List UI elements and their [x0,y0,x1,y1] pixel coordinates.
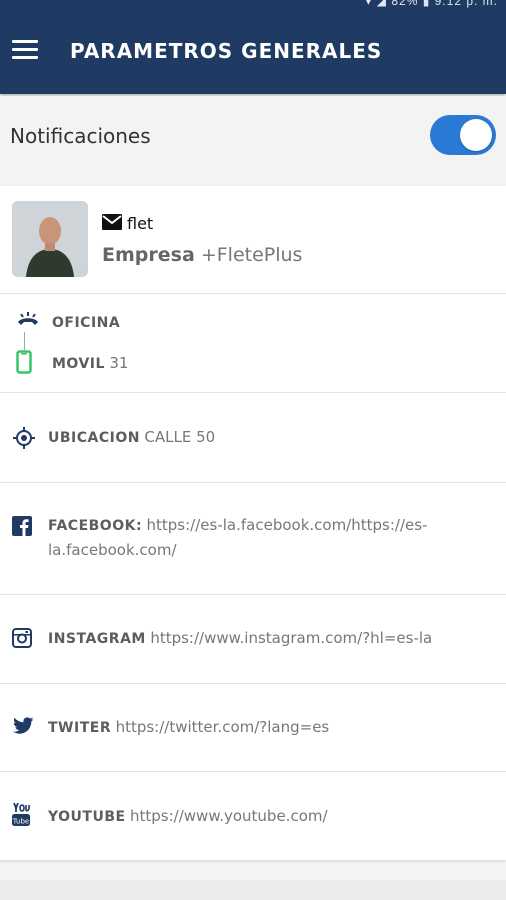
youtube-row[interactable]: YOUTUBE https://www.youtube.com/ [48,804,328,829]
divider [0,293,506,294]
svg-text:Tube: Tube [12,818,29,826]
oficina-row[interactable]: OFICINA [52,310,120,335]
hamburger-icon[interactable] [12,40,38,62]
instagram-value: https://www.instagram.com/?hl=es-la [150,629,433,647]
twitter-label: TWITER [48,720,112,736]
instagram-label: INSTAGRAM [48,631,146,647]
notifications-label: Notificaciones [10,124,151,148]
movil-label: MOVIL [52,356,105,372]
profile-email: flet [127,214,154,233]
ubicacion-label: UBICACION [48,430,140,446]
instagram-row[interactable]: INSTAGRAM https://www.instagram.com/?hl=… [48,626,432,651]
mobile-phone-icon [16,350,32,374]
toggle-knob [460,119,492,151]
movil-row[interactable]: MOVIL 31 [52,351,128,376]
youtube-icon: Tube [12,803,30,826]
notifications-toggle[interactable] [430,115,496,155]
location-crosshair-icon [13,427,35,449]
ubicacion-value: CALLE 50 [144,428,216,446]
divider [0,482,506,483]
profile-card: flet Empresa +FletePlus OFICINA MOVIL 31… [0,186,506,860]
divider [0,392,506,393]
status-bar: ▾ ◢ 82% ▮ 9:12 p. m. [0,0,506,10]
divider [0,594,506,595]
person-icon [12,201,88,277]
youtube-value: https://www.youtube.com/ [130,807,328,825]
twitter-value: https://twitter.com/?lang=es [115,718,330,736]
company-label: Empresa [102,244,195,266]
facebook-icon [12,516,32,536]
facebook-row[interactable]: FACEBOOK: https://es-la.facebook.com/htt… [48,513,488,563]
avatar [12,201,88,277]
connector-line [24,332,25,350]
facebook-label: FACEBOOK: [48,518,143,534]
email-icon [102,214,122,230]
facebook-value-continued: la.facebook.com/ [48,541,177,559]
app-bar: PARAMETROS GENERALES [0,10,506,94]
profile-company: Empresa +FletePlus [102,244,302,266]
divider [0,771,506,772]
twitter-row[interactable]: TWITER https://twitter.com/?lang=es [48,715,329,740]
page-title: PARAMETROS GENERALES [70,39,383,63]
phone-ringing-icon [18,312,38,325]
instagram-icon [12,628,32,648]
company-value: +FletePlus [200,244,303,266]
ubicacion-row[interactable]: UBICACION CALLE 50 [48,425,215,450]
status-text: ▾ ◢ 82% ▮ 9:12 p. m. [365,0,498,8]
notifications-row: Notificaciones [0,96,506,178]
youtube-label: YOUTUBE [48,809,126,825]
divider [0,683,506,684]
facebook-value: https://es-la.facebook.com/https://es- [146,516,428,534]
movil-value: 31 [109,354,129,372]
oficina-label: OFICINA [52,315,121,331]
bottom-card-edge [0,880,506,900]
twitter-icon [13,717,34,734]
